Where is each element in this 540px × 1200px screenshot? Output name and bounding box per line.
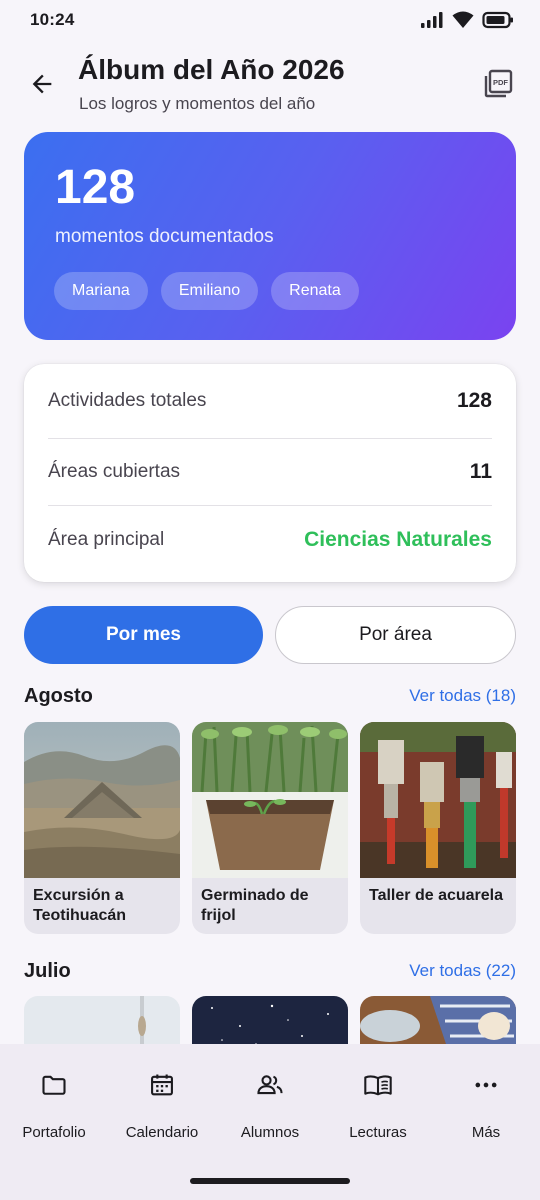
stat-row-main-area: Área principal Ciencias Naturales [48,506,492,573]
stat-label: Actividades totales [48,390,207,411]
stat-value: 11 [469,460,492,483]
photo-seedling-pot [192,722,348,878]
section-title: Julio [24,959,71,982]
stats-card: Actividades totales 128 Áreas cubiertas … [24,364,516,582]
nav-item-portfolio[interactable]: Portafolio [0,1070,108,1141]
nav-label: Lecturas [349,1124,407,1141]
status-time: 10:24 [30,10,75,29]
wifi-icon [452,11,474,28]
see-all-link[interactable]: Ver todas (22) [409,961,516,981]
stat-row-total: Actividades totales 128 [48,364,492,439]
calendar-icon [147,1070,177,1100]
stat-value-highlight: Ciencias Naturales [304,527,492,551]
moments-count: 128 [55,161,136,214]
nav-item-readings[interactable]: Lecturas [324,1070,432,1141]
section-header-july: Julio Ver todas (22) [24,956,516,986]
signal-icon [421,12,443,28]
nav-label: Más [471,1124,501,1141]
section-header-august: Agosto Ver todas (18) [24,681,516,711]
status-bar: 10:24 [0,0,540,40]
album-card[interactable]: Excursión a Teotihuacán [24,722,180,934]
summary-card: 128 momentos documentados Mariana Emilia… [24,132,516,340]
student-chips: Mariana Emiliano Renata [54,272,359,310]
student-chip[interactable]: Renata [271,272,359,310]
folder-icon [39,1070,69,1100]
photo-paint-brushes [360,722,516,878]
status-icons [420,11,514,29]
album-card[interactable]: Germinado de frijol [192,722,348,934]
back-button[interactable] [24,66,60,102]
by-area-button[interactable]: Por área [275,606,516,664]
pdf-export-icon: PDF [484,69,513,98]
card-caption: Taller de acuarela [369,887,503,904]
home-indicator[interactable] [190,1178,350,1184]
nav-item-calendar[interactable]: Calendario [108,1070,216,1141]
export-pdf-button[interactable]: PDF [480,66,516,102]
see-all-link[interactable]: Ver todas (18) [409,686,516,706]
stat-label: Área principal [48,528,165,550]
page-title: Álbum del Año 2026 [78,54,345,85]
svg-text:PDF: PDF [493,78,508,87]
card-caption: Germinado de frijol [201,887,309,924]
nav-label: Portafolio [22,1124,86,1141]
page-subtitle: Los logros y momentos del año [79,94,316,113]
stat-value: 128 [456,389,492,412]
photo-pyramid-landscape [24,722,180,878]
section-title: Agosto [24,684,93,707]
stat-label: Áreas cubiertas [48,461,181,482]
arrow-left-icon [32,74,52,94]
by-month-button[interactable]: Por mes [24,606,263,664]
album-cards-august: Excursión a Teotihuacán Germinado de fri [24,722,516,934]
nav-item-students[interactable]: Alumnos [216,1070,324,1141]
book-icon [363,1070,393,1100]
view-toggle: Por mes Por área [24,606,516,664]
nav-label: Alumnos [240,1124,300,1141]
student-chip[interactable]: Emiliano [160,272,259,310]
bottom-navigation: Portafolio Calendario Alumnos Lecturas M… [0,1044,540,1200]
moments-label: momentos documentados [55,226,274,247]
card-caption: Excursión a Teotihuacán [33,887,127,924]
people-icon [255,1070,285,1100]
nav-label: Calendario [125,1124,199,1141]
nav-item-more[interactable]: Más [432,1070,540,1141]
stat-row-areas: Áreas cubiertas 11 [48,439,492,506]
more-icon [471,1070,501,1100]
app-bar: Álbum del Año 2026 Los logros y momentos… [0,52,540,122]
album-card[interactable]: Taller de acuarela [360,722,516,934]
student-chip[interactable]: Mariana [54,272,148,310]
battery-icon [482,11,513,29]
